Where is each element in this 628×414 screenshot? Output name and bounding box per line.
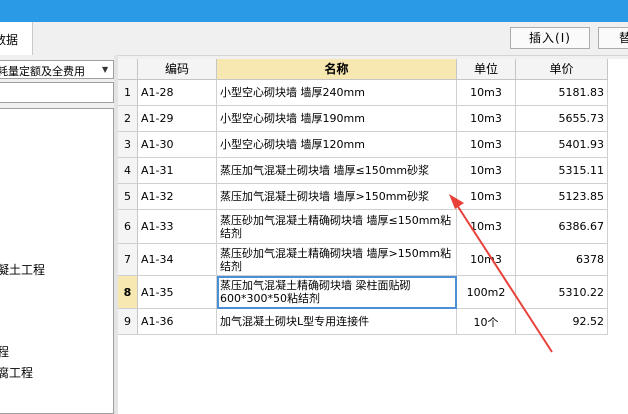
annotation-arrow-line: [454, 201, 553, 353]
annotation-arrow: [449, 194, 553, 353]
annotation-arrow-head: [449, 194, 464, 209]
